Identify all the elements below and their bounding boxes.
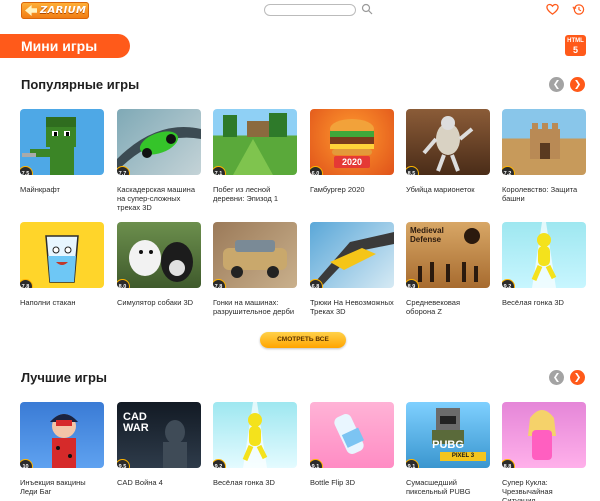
page-title: Мини игры [0, 34, 130, 58]
game-thumbnail[interactable]: 6.8 [310, 222, 394, 288]
stunt-car-art [117, 127, 201, 171]
game-card[interactable]: 9.1 Bottle Flip 3D [310, 402, 394, 487]
fill-glass-art [45, 235, 79, 283]
game-title[interactable]: Весёлая гонка 3D [213, 478, 297, 487]
game-card[interactable]: 7.1 Побег из лесной деревни: Эпизод 1 [213, 109, 297, 203]
game-thumbnail[interactable]: 7.8 [213, 222, 297, 288]
search-input[interactable] [264, 4, 356, 16]
game-title[interactable]: Сумасшедший пиксельный PUBG [406, 478, 490, 496]
view-all-button[interactable]: СМОТРЕТЬ ВСЕ [260, 332, 346, 348]
game-card[interactable]: 7.2 Королевство: Защита башни [502, 109, 586, 203]
game-thumbnail[interactable]: 9.2 [213, 402, 297, 468]
game-thumbnail[interactable]: 7.8 [20, 222, 104, 288]
chevron-left-icon: ❮ [552, 372, 561, 382]
puppet-art [422, 116, 474, 172]
game-title[interactable]: Средневековая оборона Z [406, 298, 490, 316]
game-card[interactable]: 6.8 Трюки На Невозможных Треках 3D [310, 222, 394, 316]
super-doll-art [528, 410, 556, 460]
game-thumbnail[interactable]: PUBG PIXEL 3 9.1 [406, 402, 490, 468]
game-thumbnail[interactable]: 9.2 [502, 222, 586, 288]
best-prev-button[interactable]: ❮ [549, 370, 564, 385]
logo-icon [25, 5, 37, 16]
game-card[interactable]: 7.5 Майнкрафт [20, 109, 104, 194]
pubg-label: PUBG [432, 439, 464, 451]
popular-prev-button[interactable]: ❮ [549, 77, 564, 92]
game-card[interactable]: 7.8 Наполни стакан [20, 222, 104, 307]
game-title[interactable]: Гонки на машинах: разрушительное дерби [213, 298, 297, 316]
game-title[interactable]: Симулятор собаки 3D [117, 298, 201, 307]
pubg-sub-label: PIXEL 3 [440, 452, 486, 461]
top-bar: ZARIUM [0, 0, 600, 22]
game-card[interactable]: 9.2 Весёлая гонка 3D [502, 222, 586, 307]
game-thumbnail[interactable]: 7.2 [502, 109, 586, 175]
game-card[interactable]: Medieval Defense 8.9 Средневековая оборо… [406, 222, 490, 316]
game-thumbnail[interactable]: 10 [20, 402, 104, 468]
dog-art [129, 240, 193, 282]
minecraft-art [22, 117, 76, 175]
game-title[interactable]: Супер Кукла: Чрезвычайная Ситуация [502, 478, 586, 501]
heart-icon[interactable] [546, 3, 559, 16]
game-title[interactable]: Гамбургер 2020 [310, 185, 394, 194]
kingdom-art [530, 123, 560, 159]
history-icon[interactable] [572, 3, 585, 16]
game-title[interactable]: Bottle Flip 3D [310, 478, 394, 487]
html5-badge: HTML 5 [565, 35, 586, 56]
html5-badge-label: HTML [567, 38, 584, 44]
game-card[interactable]: PUBG PIXEL 3 9.1 Сумасшедший пиксельный … [406, 402, 490, 496]
game-thumbnail[interactable]: 7.1 [213, 109, 297, 175]
game-thumbnail[interactable]: 8.0 [117, 222, 201, 288]
game-thumbnail[interactable]: 8.8 [502, 402, 586, 468]
game-card[interactable]: 9.2 Весёлая гонка 3D [213, 402, 297, 487]
fun-race-art [242, 402, 268, 468]
game-title[interactable]: Инъекция вакцины Леди Баг [20, 478, 104, 496]
medieval-defense-label: Medieval Defense [410, 226, 444, 244]
game-card[interactable]: 7.7 Каскадерская машина на супер-сложных… [117, 109, 201, 212]
game-card[interactable]: 8.8 Супер Кукла: Чрезвычайная Ситуация [502, 402, 586, 501]
burger-2020-label: 2020 [341, 157, 363, 167]
best-section-title: Лучшие игры [21, 370, 108, 385]
game-title[interactable]: Наполни стакан [20, 298, 104, 307]
game-title[interactable]: Весёлая гонка 3D [502, 298, 586, 307]
chevron-right-icon: ❯ [573, 79, 582, 89]
bottle-art [334, 414, 365, 454]
search-icon[interactable] [361, 3, 373, 15]
fun-race-art [531, 222, 557, 288]
chevron-left-icon: ❮ [552, 79, 561, 89]
ladybug-art [50, 414, 78, 468]
game-title[interactable]: CAD Война 4 [117, 478, 201, 487]
game-thumbnail[interactable]: 7.5 [20, 109, 104, 175]
game-thumbnail[interactable]: 8.5 [406, 109, 490, 175]
impossible-tracks-art [310, 232, 394, 288]
game-title[interactable]: Побег из лесной деревни: Эпизод 1 [213, 185, 297, 203]
logo-text: ZARIUM [40, 5, 87, 16]
game-card[interactable]: 8.5 Убийца марионеток [406, 109, 490, 194]
best-next-button[interactable]: ❯ [570, 370, 585, 385]
popular-section-title: Популярные игры [21, 77, 140, 92]
game-title[interactable]: Каскадерская машина на супер-сложных тре… [117, 185, 201, 212]
game-card[interactable]: 7.8 Гонки на машинах: разрушительное дер… [213, 222, 297, 316]
game-title[interactable]: Убийца марионеток [406, 185, 490, 194]
derby-art [223, 240, 287, 278]
game-thumbnail[interactable]: Medieval Defense 8.9 [406, 222, 490, 288]
game-thumbnail[interactable]: 7.7 [117, 109, 201, 175]
game-title[interactable]: Майнкрафт [20, 185, 104, 194]
game-title[interactable]: Трюки На Невозможных Треках 3D [310, 298, 394, 316]
game-card[interactable]: CAD WAR 9.5 CAD Война 4 [117, 402, 201, 487]
cad-war-label: CAD WAR [123, 411, 149, 434]
forest-escape-art [223, 113, 287, 175]
game-card[interactable]: 10 Инъекция вакцины Леди Баг [20, 402, 104, 496]
game-thumbnail[interactable]: CAD WAR 9.5 [117, 402, 201, 468]
site-logo[interactable]: ZARIUM [21, 2, 89, 19]
game-thumbnail[interactable]: 9.1 [310, 402, 394, 468]
game-card[interactable]: 8.0 Симулятор собаки 3D [117, 222, 201, 307]
game-title[interactable]: Королевство: Защита башни [502, 185, 586, 203]
popular-next-button[interactable]: ❯ [570, 77, 585, 92]
game-card[interactable]: 6.0 2020 Гамбургер 2020 [310, 109, 394, 194]
chevron-right-icon: ❯ [573, 372, 582, 382]
html5-badge-number: 5 [572, 45, 578, 55]
game-thumbnail[interactable]: 6.0 2020 [310, 109, 394, 175]
